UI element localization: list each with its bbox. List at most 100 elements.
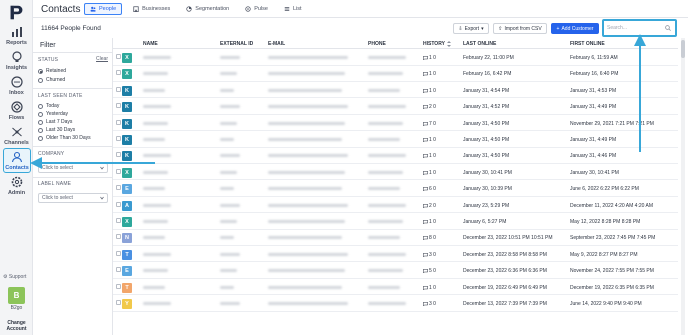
row-checkbox[interactable]: [116, 201, 121, 207]
table-row[interactable]: T 1 0 December 19, 2022 6:49 PM 6:49 PM Dec…: [113, 280, 678, 296]
chat-icon: [423, 121, 428, 126]
clear-filter-link[interactable]: Clear: [96, 56, 108, 62]
table-row[interactable]: A 2 0 January 23, 5:29 PM December 11, 2022…: [113, 198, 678, 214]
redacted-external-id: [220, 138, 234, 141]
table-row[interactable]: X 1 0 February 22, 11:00 PM February 6, 11:…: [113, 50, 678, 66]
tab-people[interactable]: People: [84, 3, 123, 15]
app-logo-icon[interactable]: [8, 4, 25, 21]
row-checkbox[interactable]: [116, 250, 121, 256]
history-counts: 7 0: [423, 121, 436, 127]
last-online-cell: January 6, 5:27 PM: [463, 219, 507, 225]
table-row[interactable]: K 1 0 January 31, 4:54 PM January 31, 4:53 …: [113, 83, 678, 99]
change-account-button[interactable]: Change Account: [0, 320, 33, 332]
redacted-phone: [368, 138, 400, 141]
redacted-email: [268, 138, 342, 141]
table-row[interactable]: K 1 0 January 31, 4:50 PM January 31, 4:49 …: [113, 132, 678, 148]
column-last-online[interactable]: LAST ONLINE: [463, 41, 496, 47]
row-checkbox[interactable]: [116, 185, 121, 191]
add-customer-button[interactable]: + Add Customer: [551, 23, 599, 34]
row-checkbox[interactable]: [116, 300, 121, 305]
row-checkbox[interactable]: [116, 119, 121, 125]
column-history[interactable]: HISTORY: [423, 41, 445, 47]
contact-avatar: K: [122, 102, 132, 113]
last-seen-yesterday-radio[interactable]: Yesterday: [38, 111, 68, 117]
column-name[interactable]: NAME: [143, 41, 158, 47]
table-row[interactable]: E 6 0 January 30, 10:39 PM June 6, 2022 6:2…: [113, 181, 678, 197]
table-row[interactable]: K 1 0 January 31, 4:50 PM January 31, 4:46 …: [113, 148, 678, 164]
column-external-id[interactable]: EXTERNAL ID: [220, 41, 253, 47]
redacted-external-id: [220, 285, 234, 289]
table-row[interactable]: T 3 0 December 23, 2022 8:58 PM 8:58 PM May…: [113, 247, 678, 263]
company-select[interactable]: Click to select: [38, 163, 108, 173]
section-tabs: People Businesses Segmentation Pulse Lis…: [84, 3, 313, 15]
row-checkbox[interactable]: [116, 218, 121, 223]
export-button[interactable]: ⇩ Export ▾: [453, 23, 489, 34]
row-checkbox[interactable]: [116, 283, 121, 289]
last-online-cell: January 31, 4:54 PM: [463, 87, 510, 94]
label-name-select[interactable]: Click to select: [38, 193, 108, 203]
table-row[interactable]: X 1 0 February 16, 6:42 PM February 16, 6:4…: [113, 66, 678, 82]
nav-reports-label: Reports: [6, 40, 27, 46]
search-input[interactable]: [607, 24, 669, 32]
row-checkbox[interactable]: [116, 103, 121, 109]
tab-businesses[interactable]: Businesses: [128, 3, 175, 15]
row-checkbox[interactable]: [116, 152, 121, 158]
tab-list-label: List: [293, 6, 302, 12]
last-seen-today-radio[interactable]: Today: [38, 103, 59, 109]
nav-reports[interactable]: Reports: [0, 26, 33, 46]
redacted-external-id: [220, 56, 240, 59]
first-online-cell: December 19, 2022 6:35 PM 6:35 PM: [570, 284, 654, 291]
column-email[interactable]: E-MAIL: [268, 41, 285, 47]
column-phone[interactable]: PHONE: [368, 41, 386, 47]
table-row[interactable]: K 2 0 January 31, 4:52 PM January 31, 4:49 …: [113, 99, 678, 115]
company-select-placeholder: Click to select: [42, 165, 73, 171]
first-online-cell: January 30, 10:41 PM: [570, 169, 619, 176]
row-checkbox[interactable]: [116, 168, 121, 174]
table-row[interactable]: X 1 0 January 6, 5:27 PM May 12, 2022 8:28 …: [113, 214, 678, 230]
chat-icon: [423, 56, 428, 60]
table-scrollbar[interactable]: [681, 38, 685, 335]
last-seen-today-label: Today: [46, 103, 60, 109]
last-seen-older-radio[interactable]: Older Than 30 Days: [38, 135, 91, 141]
import-csv-button[interactable]: ⇧ Import from CSV: [493, 23, 547, 34]
row-checkbox[interactable]: [116, 86, 121, 92]
sort-icon[interactable]: [447, 41, 451, 47]
status-churned-radio[interactable]: Churned: [38, 77, 65, 83]
nav-flows[interactable]: Flows: [0, 101, 33, 121]
history-count-text: 1 0: [429, 55, 436, 61]
row-checkbox[interactable]: [116, 54, 121, 59]
tab-list[interactable]: List: [279, 3, 307, 15]
column-first-online[interactable]: FIRST ONLINE: [570, 41, 605, 47]
history-counts: 1 0: [423, 219, 436, 225]
nav-channels[interactable]: Channels: [0, 126, 33, 146]
table-row[interactable]: X 1 0 January 30, 10:41 PM January 30, 10:4…: [113, 165, 678, 181]
search-icon[interactable]: [665, 25, 671, 31]
tab-segmentation[interactable]: Segmentation: [181, 3, 234, 15]
redacted-phone: [368, 88, 400, 92]
redacted-phone: [368, 203, 406, 207]
row-checkbox[interactable]: [116, 136, 121, 141]
table-row[interactable]: E 5 0 December 23, 2022 6:36 PM 6:36 PM Nov…: [113, 263, 678, 279]
tab-segmentation-label: Segmentation: [195, 6, 230, 12]
scrollbar-thumb[interactable]: [681, 40, 685, 58]
support-link[interactable]: ⚙ Support: [3, 274, 26, 280]
nav-admin[interactable]: Admin: [0, 176, 33, 196]
table-row[interactable]: Y 3 0 December 13, 2022 7:39 PM 7:39 PM Jun…: [113, 296, 678, 312]
first-online-cell: February 6, 11:59 AM: [570, 55, 618, 61]
table-row[interactable]: N 8 0 December 23, 2022 10:51 PM 10:51 PM S…: [113, 230, 678, 246]
last-seen-30days-radio[interactable]: Last 30 Days: [38, 127, 75, 133]
status-retained-radio[interactable]: Retained: [38, 68, 66, 74]
row-checkbox[interactable]: [116, 70, 121, 76]
support-label: Support: [8, 274, 27, 280]
row-checkbox[interactable]: [116, 267, 121, 273]
nav-insights[interactable]: Insights: [0, 51, 33, 71]
nav-inbox[interactable]: Inbox: [0, 76, 33, 96]
redacted-email: [268, 56, 348, 59]
table-row[interactable]: K 7 0 January 31, 4:50 PM November 29, 2021…: [113, 116, 678, 132]
row-checkbox[interactable]: [116, 234, 121, 240]
nav-contacts[interactable]: Contacts: [3, 148, 31, 173]
last-seen-7days-radio[interactable]: Last 7 Days: [38, 119, 72, 125]
tab-pulse[interactable]: Pulse: [240, 3, 273, 15]
avatar[interactable]: B: [8, 287, 25, 304]
first-online-cell: January 31, 4:49 PM: [570, 104, 617, 111]
